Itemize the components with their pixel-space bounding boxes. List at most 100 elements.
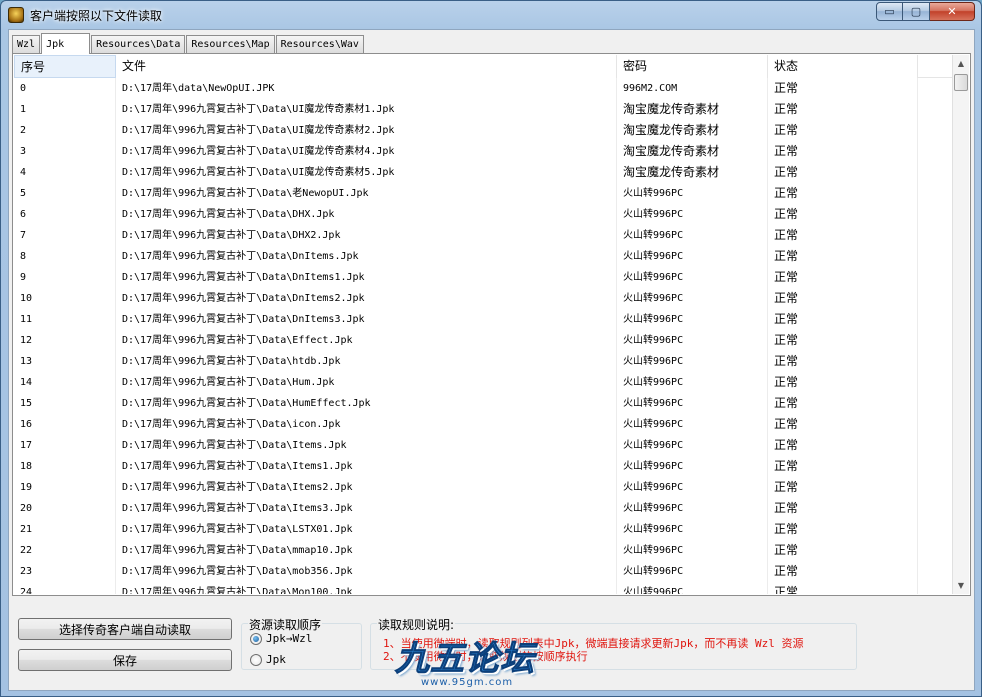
table-row[interactable]: 20 D:\17周年\996九霄复古补丁\Data\Items3.Jpk 火山转99… xyxy=(14,498,953,519)
column-header-status[interactable]: 状态 xyxy=(768,55,918,78)
scroll-down-icon[interactable]: ▼ xyxy=(953,577,969,594)
table-row[interactable]: 15 D:\17周年\996九霄复古补丁\Data\HumEffect.Jpk 火山… xyxy=(14,393,953,414)
cell-password: 火山转996PC xyxy=(617,372,768,393)
cell-password: 火山转996PC xyxy=(617,561,768,582)
cell-file: D:\17周年\996九霄复古补丁\Data\LSTX01.Jpk xyxy=(116,519,617,540)
table-row[interactable]: 24 D:\17周年\996九霄复古补丁\Data\Mon100.Jpk 火山转99… xyxy=(14,582,953,594)
cell-file: D:\17周年\996九霄复古补丁\Data\Mon100.Jpk xyxy=(116,582,617,594)
table-row[interactable]: 8 D:\17周年\996九霄复古补丁\Data\DnItems.Jpk 火山转99… xyxy=(14,246,953,267)
table-row[interactable]: 23 D:\17周年\996九霄复古补丁\Data\mob356.Jpk 火山转99… xyxy=(14,561,953,582)
cell-status: 正常 xyxy=(768,393,918,414)
cell-file: D:\17周年\996九霄复古补丁\Data\老NewopUI.Jpk xyxy=(116,183,617,204)
save-button[interactable]: 保存 xyxy=(18,649,232,671)
cell-index: 1 xyxy=(14,99,116,120)
tab-resources-map[interactable]: Resources\Map xyxy=(186,35,275,53)
cell-password: 火山转996PC xyxy=(617,351,768,372)
cell-index: 23 xyxy=(14,561,116,582)
table-row[interactable]: 13 D:\17周年\996九霄复古补丁\Data\htdb.Jpk 火山转996P… xyxy=(14,351,953,372)
cell-password: 火山转996PC xyxy=(617,519,768,540)
cell-status: 正常 xyxy=(768,351,918,372)
column-header-password[interactable]: 密码 xyxy=(617,55,768,78)
cell-index: 20 xyxy=(14,498,116,519)
table-row[interactable]: 4 D:\17周年\996九霄复古补丁\Data\UI魔龙传奇素材5.Jpk 淘宝魔… xyxy=(14,162,953,183)
cell-file: D:\17周年\data\NewOpUI.JPK xyxy=(116,78,617,99)
cell-index: 10 xyxy=(14,288,116,309)
column-header-index[interactable]: 序号 xyxy=(14,55,116,78)
table-row[interactable]: 16 D:\17周年\996九霄复古补丁\Data\icon.Jpk 火山转996P… xyxy=(14,414,953,435)
cell-index: 6 xyxy=(14,204,116,225)
cell-file: D:\17周年\996九霄复古补丁\Data\DnItems3.Jpk xyxy=(116,309,617,330)
cell-status: 正常 xyxy=(768,435,918,456)
table-row[interactable]: 17 D:\17周年\996九霄复古补丁\Data\Items.Jpk 火山转996… xyxy=(14,435,953,456)
cell-password: 火山转996PC xyxy=(617,414,768,435)
cell-password: 火山转996PC xyxy=(617,246,768,267)
tab-jpk[interactable]: Jpk xyxy=(41,33,91,54)
cell-index: 3 xyxy=(14,141,116,162)
table-row[interactable]: 21 D:\17周年\996九霄复古补丁\Data\LSTX01.Jpk 火山转99… xyxy=(14,519,953,540)
cell-file: D:\17周年\996九霄复古补丁\Data\UI魔龙传奇素材5.Jpk xyxy=(116,162,617,183)
order-option-jpk[interactable]: Jpk xyxy=(250,653,286,666)
main-window: 客户端按照以下文件读取 ▭ ▢ ✕ Wzl Jpk Resources\Data Re… xyxy=(0,0,982,697)
cell-index: 5 xyxy=(14,183,116,204)
table-row[interactable]: 11 D:\17周年\996九霄复古补丁\Data\DnItems3.Jpk 火山转… xyxy=(14,309,953,330)
auto-read-button[interactable]: 选择传奇客户端自动读取 xyxy=(18,618,232,640)
cell-index: 24 xyxy=(14,582,116,594)
cell-file: D:\17周年\996九霄复古补丁\Data\DnItems1.Jpk xyxy=(116,267,617,288)
cell-status: 正常 xyxy=(768,582,918,594)
forum-watermark-logo: 九五论坛 www.95gm.com xyxy=(387,631,587,693)
cell-index: 21 xyxy=(14,519,116,540)
cell-password: 火山转996PC xyxy=(617,288,768,309)
tab-wzl[interactable]: Wzl xyxy=(12,35,41,53)
title-bar[interactable]: 客户端按照以下文件读取 ▭ ▢ ✕ xyxy=(1,1,981,27)
maximize-button[interactable]: ▢ xyxy=(903,2,930,21)
minimize-button[interactable]: ▭ xyxy=(876,2,903,21)
order-option-label: Jpk→Wzl xyxy=(266,632,313,645)
cell-index: 16 xyxy=(14,414,116,435)
table-row[interactable]: 18 D:\17周年\996九霄复古补丁\Data\Items1.Jpk 火山转99… xyxy=(14,456,953,477)
table-row[interactable]: 22 D:\17周年\996九霄复古补丁\Data\mmap10.Jpk 火山转99… xyxy=(14,540,953,561)
column-header-file[interactable]: 文件 xyxy=(116,55,617,78)
table-row[interactable]: 7 D:\17周年\996九霄复古补丁\Data\DHX2.Jpk 火山转996PC… xyxy=(14,225,953,246)
cell-password: 火山转996PC xyxy=(617,540,768,561)
tab-resources-wav[interactable]: Resources\Wav xyxy=(275,35,364,53)
cell-status: 正常 xyxy=(768,99,918,120)
file-list[interactable]: 序号 文件 密码 状态 0 D:\17周年\data\NewOpUI.JPK 996M2.… xyxy=(14,55,953,594)
cell-file: D:\17周年\996九霄复古补丁\Data\UI魔龙传奇素材4.Jpk xyxy=(116,141,617,162)
cell-index: 12 xyxy=(14,330,116,351)
vertical-scrollbar[interactable]: ▲ ▼ xyxy=(952,55,969,594)
cell-index: 4 xyxy=(14,162,116,183)
scroll-up-icon[interactable]: ▲ xyxy=(953,55,969,72)
order-option-jpk-wzl[interactable]: Jpk→Wzl xyxy=(250,632,312,645)
table-row[interactable]: 9 D:\17周年\996九霄复古补丁\Data\DnItems1.Jpk 火山转9… xyxy=(14,267,953,288)
cell-status: 正常 xyxy=(768,498,918,519)
cell-status: 正常 xyxy=(768,561,918,582)
cell-file: D:\17周年\996九霄复古补丁\Data\htdb.Jpk xyxy=(116,351,617,372)
table-row[interactable]: 1 D:\17周年\996九霄复古补丁\Data\UI魔龙传奇素材1.Jpk 淘宝魔… xyxy=(14,99,953,120)
table-row[interactable]: 19 D:\17周年\996九霄复古补丁\Data\Items2.Jpk 火山转99… xyxy=(14,477,953,498)
cell-status: 正常 xyxy=(768,519,918,540)
radio-selected-icon[interactable] xyxy=(250,632,262,645)
cell-index: 18 xyxy=(14,456,116,477)
table-row[interactable]: 12 D:\17周年\996九霄复古补丁\Data\Effect.Jpk 火山转99… xyxy=(14,330,953,351)
radio-unselected-icon[interactable] xyxy=(250,653,262,666)
table-row[interactable]: 2 D:\17周年\996九霄复古补丁\Data\UI魔龙传奇素材2.Jpk 淘宝魔… xyxy=(14,120,953,141)
table-row[interactable]: 6 D:\17周年\996九霄复古补丁\Data\DHX.Jpk 火山转996PC 正… xyxy=(14,204,953,225)
close-button[interactable]: ✕ xyxy=(930,2,975,21)
scroll-thumb[interactable] xyxy=(954,74,968,91)
cell-file: D:\17周年\996九霄复古补丁\Data\UI魔龙传奇素材2.Jpk xyxy=(116,120,617,141)
table-row[interactable]: 0 D:\17周年\data\NewOpUI.JPK 996M2.COM 正常 xyxy=(14,78,953,99)
cell-index: 7 xyxy=(14,225,116,246)
tab-resources-data[interactable]: Resources\Data xyxy=(91,35,186,53)
table-row[interactable]: 5 D:\17周年\996九霄复古补丁\Data\老NewopUI.Jpk 火山转9… xyxy=(14,183,953,204)
cell-password: 火山转996PC xyxy=(617,330,768,351)
cell-index: 14 xyxy=(14,372,116,393)
table-row[interactable]: 3 D:\17周年\996九霄复古补丁\Data\UI魔龙传奇素材4.Jpk 淘宝魔… xyxy=(14,141,953,162)
order-option-label: Jpk xyxy=(266,653,286,666)
cell-index: 2 xyxy=(14,120,116,141)
cell-password: 淘宝魔龙传奇素材 xyxy=(617,141,768,162)
cell-file: D:\17周年\996九霄复古补丁\Data\mmap10.Jpk xyxy=(116,540,617,561)
table-row[interactable]: 10 D:\17周年\996九霄复古补丁\Data\DnItems2.Jpk 火山转… xyxy=(14,288,953,309)
cell-password: 996M2.COM xyxy=(617,78,768,99)
cell-status: 正常 xyxy=(768,372,918,393)
table-row[interactable]: 14 D:\17周年\996九霄复古补丁\Data\Hum.Jpk 火山转996PC… xyxy=(14,372,953,393)
